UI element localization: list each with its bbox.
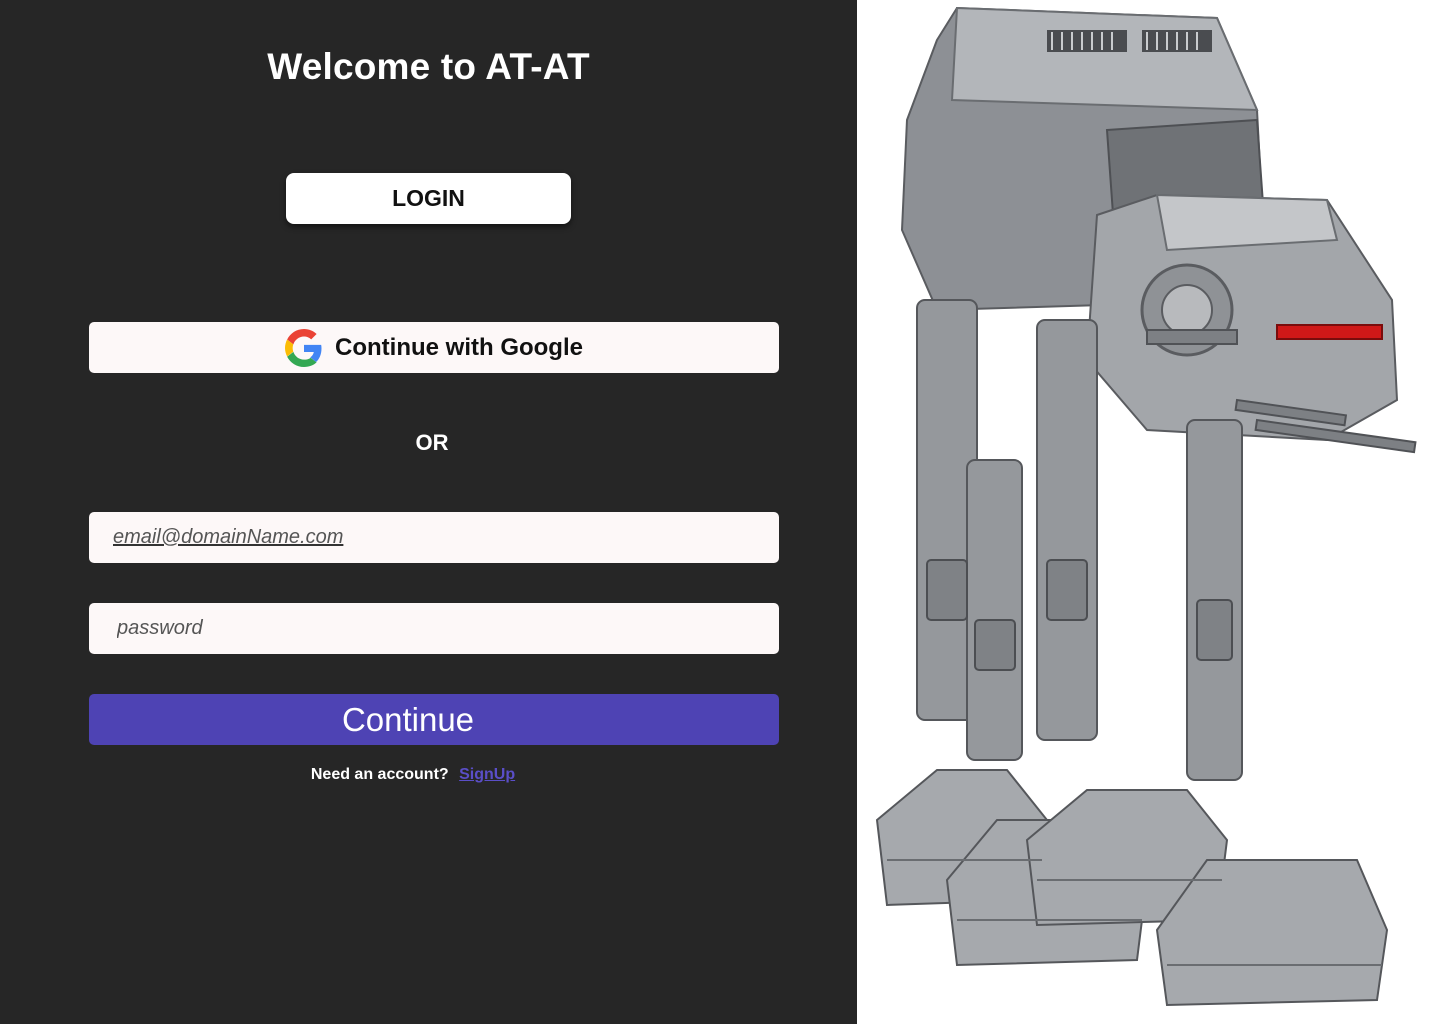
password-input[interactable] (89, 603, 779, 654)
password-field (89, 603, 779, 654)
or-divider: OR (415, 430, 449, 455)
login-page: Welcome to AT-AT LOGIN Continue with Goo… (0, 0, 1440, 1024)
signup-row: Need an account? SignUp (0, 766, 826, 784)
at-at-walker-illustration (875, 6, 1417, 1007)
page-title: Welcome to AT-AT (267, 46, 590, 87)
signup-prompt: Need an account? (310, 766, 449, 783)
hero-panel (857, 0, 1440, 1024)
google-button-label: Continue with Google (335, 333, 583, 361)
google-logo-icon (285, 328, 323, 367)
login-button[interactable]: LOGIN (286, 173, 571, 224)
continue-button[interactable]: Continue (89, 694, 779, 745)
signup-link[interactable]: SignUp (459, 766, 515, 783)
login-panel: Welcome to AT-AT LOGIN Continue with Goo… (0, 0, 857, 1024)
email-field (89, 512, 779, 563)
email-input[interactable] (89, 512, 779, 563)
continue-with-google-button[interactable]: Continue with Google (89, 322, 779, 373)
